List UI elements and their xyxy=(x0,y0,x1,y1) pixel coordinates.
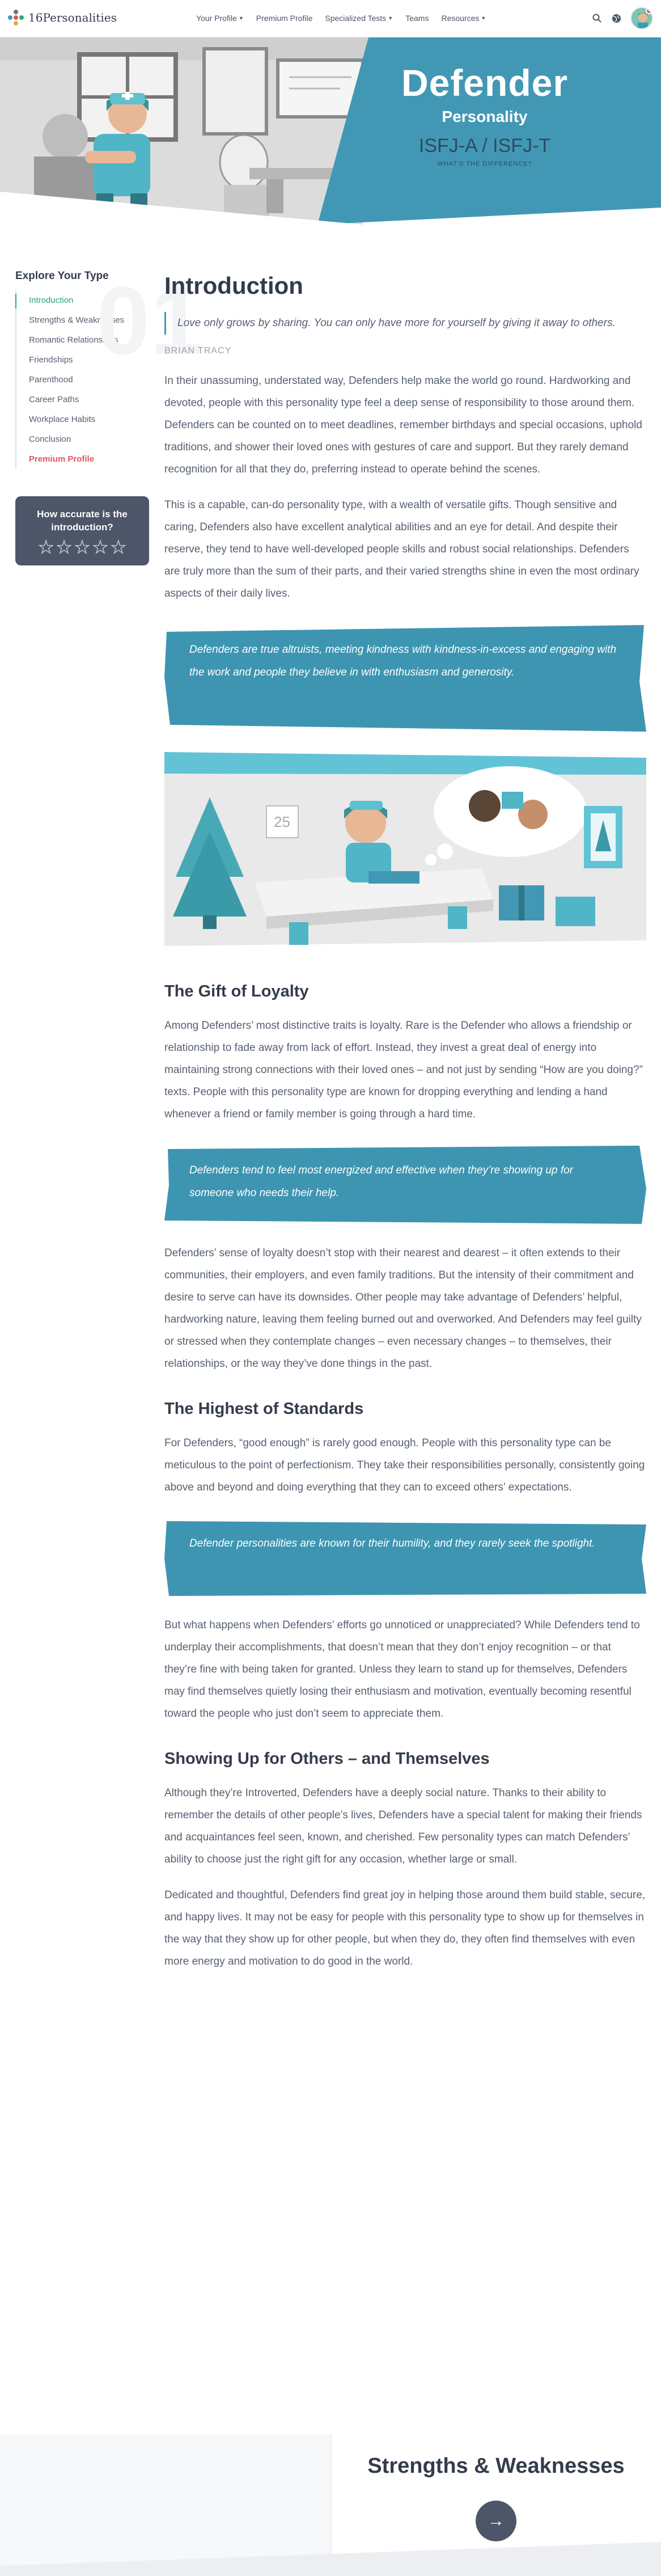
subheading-standards: The Highest of Standards xyxy=(164,1400,364,1418)
type-subtitle: Personality xyxy=(442,108,528,125)
type-codes: ISFJ-A / ISFJ-T xyxy=(418,135,551,157)
quote-author: Brian Tracy xyxy=(164,346,232,356)
nav-your-profile-label: Your Profile xyxy=(196,14,237,23)
sidebar-item-career-paths[interactable]: Career Paths xyxy=(16,390,151,409)
paragraph: Defenders’ sense of loyalty doesn’t stop… xyxy=(164,1247,642,1370)
article-illustration: 25 xyxy=(164,752,646,946)
subheading-showing-up: Showing Up for Others – and Themselves xyxy=(164,1750,490,1768)
next-arrow-button[interactable]: → xyxy=(476,2501,516,2541)
logo-icon xyxy=(8,10,24,26)
nav-teams-label: Teams xyxy=(405,14,429,23)
subheading-loyalty: The Gift of Loyalty xyxy=(164,982,309,1000)
next-section-title[interactable]: Strengths & Weaknesses xyxy=(331,2454,661,2478)
type-name: Defender xyxy=(401,62,569,104)
star-icon[interactable]: ★ xyxy=(38,539,54,556)
main-nav: Your Profile ▼ Premium Profile Specialize… xyxy=(196,14,486,23)
chevron-down-icon: ▼ xyxy=(238,15,244,21)
defender-wrapping-gift-illustration: 25 xyxy=(164,752,646,946)
paragraph: In their unassuming, understated way, De… xyxy=(164,375,642,475)
hero-banner: Defender Personality ISFJ-A / ISFJ-T Wha… xyxy=(0,37,661,239)
nav-your-profile[interactable]: Your Profile ▼ xyxy=(196,14,244,23)
section-title: Introduction xyxy=(164,272,303,299)
callout-quote: Defenders tend to feel most energized an… xyxy=(164,1146,646,1225)
user-avatar[interactable] xyxy=(630,7,653,29)
callout-text: Defenders tend to feel most energized an… xyxy=(189,1164,574,1199)
chevron-down-icon: ▼ xyxy=(388,15,393,21)
notification-badge xyxy=(646,8,652,14)
nav-specialized-tests-label: Specialized Tests xyxy=(325,14,387,23)
nav-specialized-tests[interactable]: Specialized Tests ▼ xyxy=(325,14,393,23)
callout-quote: Defender personalities are known for the… xyxy=(164,1519,646,1597)
rating-question: How accurate is the introduction? xyxy=(37,509,128,533)
logo-text: 16Personalities xyxy=(28,11,117,24)
arrow-right-icon: → xyxy=(488,2511,505,2530)
sidebar-item-conclusion[interactable]: Conclusion xyxy=(16,429,151,449)
paragraph: This is a capable, can-do personality ty… xyxy=(164,499,639,599)
article: Introduction Love only grows by sharing.… xyxy=(164,272,646,1973)
nav-resources[interactable]: Resources ▼ xyxy=(441,14,486,23)
nav-premium-profile[interactable]: Premium Profile xyxy=(256,14,313,23)
paragraph: Dedicated and thoughtful, Defenders find… xyxy=(164,1889,646,1967)
type-difference-link[interactable]: What's the difference? xyxy=(363,161,607,167)
paragraph: But what happens when Defenders’ efforts… xyxy=(164,1619,640,1720)
rating-stars: ★ ★ ★ ★ ★ xyxy=(15,539,149,556)
nav-utilities xyxy=(592,7,653,29)
intro-quote: Love only grows by sharing. You can only… xyxy=(164,312,646,335)
callout-text: Defender personalities are known for the… xyxy=(189,1538,595,1549)
star-icon[interactable]: ★ xyxy=(74,539,90,556)
sidebar-item-premium-profile[interactable]: Premium Profile xyxy=(16,449,151,469)
nav-teams[interactable]: Teams xyxy=(405,14,429,23)
rating-widget: How accurate is the introduction? ★ ★ ★ … xyxy=(15,496,149,565)
callout-text: Defenders are true altruists, meeting ki… xyxy=(189,644,617,678)
nav-premium-profile-label: Premium Profile xyxy=(256,14,313,23)
star-icon[interactable]: ★ xyxy=(56,539,72,556)
sidebar-item-workplace-habits[interactable]: Workplace Habits xyxy=(16,409,151,429)
paragraph: For Defenders, “good enough” is rarely g… xyxy=(164,1437,645,1493)
paragraph: Although they’re Introverted, Defenders … xyxy=(164,1787,642,1865)
star-icon[interactable]: ★ xyxy=(92,539,108,556)
star-icon[interactable]: ★ xyxy=(111,539,126,556)
hero-title-block: Defender Personality ISFJ-A / ISFJ-T Wha… xyxy=(363,61,607,167)
top-navigation: 16Personalities Your Profile ▼ Premium Pr… xyxy=(0,0,661,37)
nav-resources-label: Resources xyxy=(441,14,480,23)
search-icon[interactable] xyxy=(592,13,602,23)
paragraph: Among Defenders’ most distinctive traits… xyxy=(164,1020,643,1120)
site-logo[interactable]: 16Personalities xyxy=(8,10,117,26)
callout-quote: Defenders are true altruists, meeting ki… xyxy=(164,625,646,733)
language-globe-icon[interactable] xyxy=(611,13,621,23)
calendar-date: 25 xyxy=(274,813,290,830)
chevron-down-icon: ▼ xyxy=(481,15,486,21)
